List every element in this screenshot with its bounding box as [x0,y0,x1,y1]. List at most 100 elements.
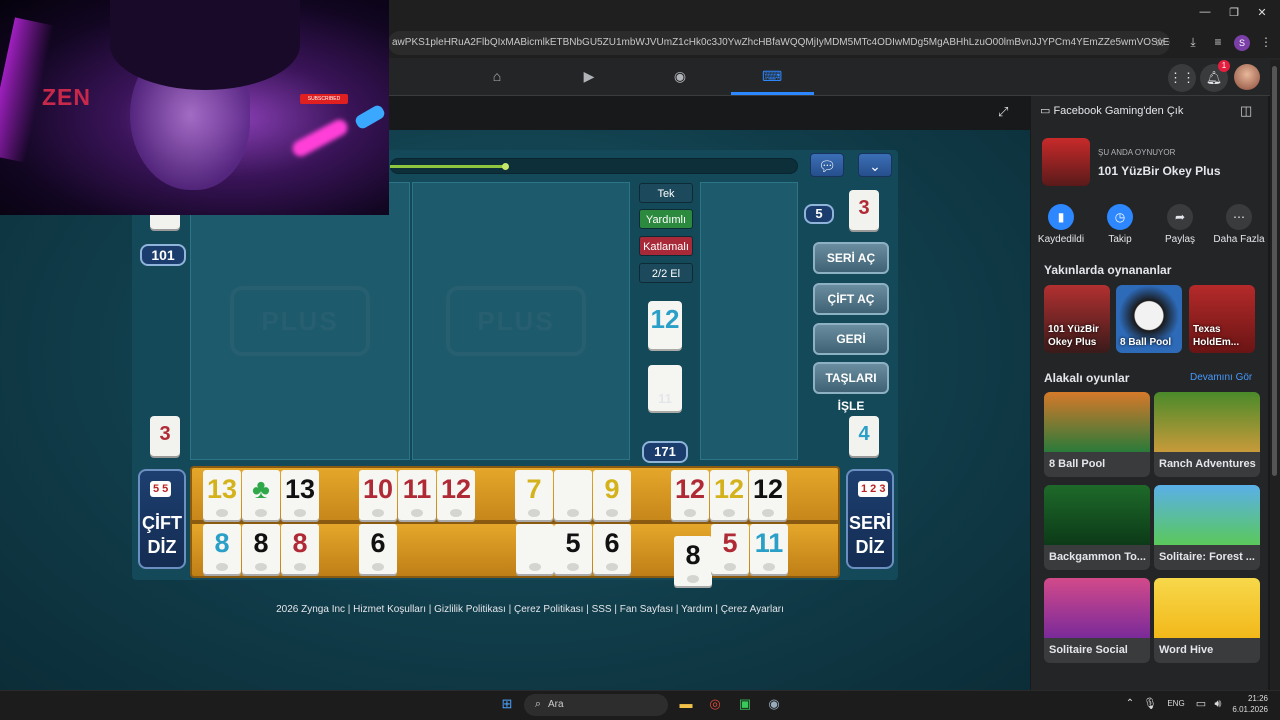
share-button[interactable]: ➦ Paylaş [1150,204,1210,245]
tile-dot [216,509,228,517]
rack-tile[interactable]: 7 [515,470,553,520]
rack-tile[interactable]: 8 [281,524,319,574]
recent-game-8ball[interactable]: 8 Ball Pool [1116,285,1182,353]
tile-dot [687,575,699,583]
menu-icon[interactable]: ⋮ [1257,35,1275,51]
seri-diz-button[interactable]: 1 2 3 SERİ DİZ [846,469,894,569]
taslari-isle-button[interactable]: TAŞLARI İŞLE [813,362,889,413]
related-game-backgammon[interactable]: Backgammon To... [1044,485,1150,570]
right-discard-tile[interactable]: 4 [849,416,879,456]
menu-grid-icon[interactable]: ⋮⋮ [1168,64,1196,92]
close-icon[interactable]: ✕ [1253,6,1271,22]
panel-toggle-icon[interactable]: ◫ [1240,103,1256,119]
tile-dot [294,563,306,571]
game-title[interactable]: 101 YüzBir Okey Plus [1098,164,1238,178]
rack-tile[interactable]: 13 [203,470,241,520]
rack-tile[interactable]: 8 [242,524,280,574]
seri-ac-button[interactable]: SERİ AÇ [813,242,889,274]
user-avatar[interactable] [1234,64,1260,90]
video-icon[interactable]: ▶ [579,68,599,86]
file-explorer-icon[interactable]: ▬ [676,695,696,713]
rack-tile[interactable]: 6 [593,524,631,574]
start-icon[interactable]: ⊞ [497,695,517,713]
geri-topla-button[interactable]: GERİ TOPLA [813,323,889,374]
rack-tile[interactable]: 12 [710,470,748,520]
rack-tile[interactable]: 11 [398,470,436,520]
rack-tile[interactable]: 11 [750,524,788,574]
tile-number: 6 [370,528,386,558]
bookmark-icon: ▮ [1048,204,1074,230]
left-discard-tile[interactable]: 3 [150,416,180,456]
tile-number: 8 [292,528,308,558]
groups-icon[interactable]: ◉ [670,68,690,86]
game-label: Word Hive [1159,644,1214,656]
related-game-word-hive[interactable]: Word Hive [1154,578,1260,663]
leave-gaming-link[interactable]: ▭ Facebook Gaming'den Çık [1040,104,1240,120]
tile-dot [529,563,541,571]
related-game-solitaire-forest[interactable]: Solitaire: Forest ... [1154,485,1260,570]
recent-game-texas[interactable]: Texas HoldEm... [1189,285,1255,353]
tile-number: 10 [362,474,394,504]
rack-tile[interactable]: 13 [281,470,319,520]
maximize-icon[interactable]: ❐ [1225,6,1243,22]
rack-tile[interactable]: 8 [203,524,241,574]
game-label: 8 Ball Pool [1049,458,1106,470]
language-indicator[interactable]: ENG [1165,695,1187,713]
score-badge-left: 101 [140,244,186,266]
cift-diz-label: ÇİFT DİZ [142,513,182,557]
recent-game-okey[interactable]: 101 YüzBir Okey Plus [1044,285,1110,353]
turn-timer-progress [390,165,506,168]
follow-button[interactable]: ◷ Takip [1090,204,1150,245]
game-label: Solitaire: Forest ... [1159,551,1255,563]
download-icon[interactable]: ⤓ [1184,35,1202,51]
address-bar[interactable]: awPKS1pleHRuA2FlbQIxMABicmlkETBNbGU5ZU1m… [388,31,1170,55]
rack-tile[interactable]: 12 [437,470,475,520]
now-playing-label: ŞU ANDA OYNUYOR [1098,148,1176,157]
rack-tile[interactable]: 5 [711,524,749,574]
more-button[interactable]: ⋯ Daha Fazla [1209,204,1269,245]
app-icon[interactable]: ▣ [735,695,755,713]
chat-button[interactable]: 💬︎ [810,153,844,177]
tray-chevron-icon[interactable]: ⌃ [1120,695,1140,713]
footer-links[interactable]: 2026 Zynga Inc | Hizmet Koşulları | Gizl… [180,604,880,620]
rack-tile[interactable] [554,470,592,520]
see-all-link[interactable]: Devamını Gör [1190,372,1252,383]
rack-tile[interactable]: 10 [359,470,397,520]
rack-tile[interactable] [516,524,554,574]
chrome-icon[interactable]: ◎ [705,695,725,713]
game-thumbnail [1044,485,1150,545]
tile-number: 12 [713,474,745,504]
saved-button[interactable]: ▮ Kaydedildi [1031,204,1091,245]
draw-pile-tile[interactable]: 11 [648,365,682,411]
rack-tile[interactable]: ♣ [242,470,280,520]
rack-tile[interactable]: 12 [671,470,709,520]
rack-tile[interactable]: 6 [359,524,397,574]
fullscreen-icon[interactable]: ⤢ [998,104,1014,120]
rack-tile[interactable]: 12 [749,470,787,520]
related-game-ranch[interactable]: Ranch Adventures [1154,392,1260,477]
cift-diz-button[interactable]: 5 5 ÇİFT DİZ [138,469,186,569]
reading-list-icon[interactable]: ≡ [1209,35,1227,51]
microphone-icon[interactable]: 🎙︎ [1140,695,1160,713]
cift-ac-button[interactable]: ÇİFT AÇ [813,283,889,315]
profile-avatar[interactable]: S [1234,35,1250,51]
collapse-button[interactable]: ⌄ [858,153,892,177]
rack-tile[interactable]: 8 [674,536,712,586]
minimize-icon[interactable]: — [1196,6,1214,22]
rack-tile[interactable]: 9 [593,470,631,520]
zen-logo: ZEN [42,84,91,110]
steam-icon[interactable]: ◉ [764,695,784,713]
recent-games-heading: Yakınlarda oynananlar [1044,263,1172,277]
webcam-overlay: ZEN SUBSCRIBED [0,0,389,215]
bookmark-star-icon[interactable]: ☆ [1151,35,1169,51]
rack-tile[interactable]: 5 [554,524,592,574]
scroll-thumb[interactable] [1272,66,1277,476]
tile-dot [411,509,423,517]
taskbar-clock[interactable]: 21:26 6.01.2026 [1222,693,1268,715]
game-thumbnail [1154,392,1260,452]
related-game-solitaire-social[interactable]: Solitaire Social [1044,578,1150,663]
tile-number: 7 [526,474,542,504]
gaming-icon[interactable]: ⌨ [762,68,782,86]
related-game-8ball[interactable]: 8 Ball Pool [1044,392,1150,477]
home-icon[interactable]: ⌂ [487,68,507,86]
